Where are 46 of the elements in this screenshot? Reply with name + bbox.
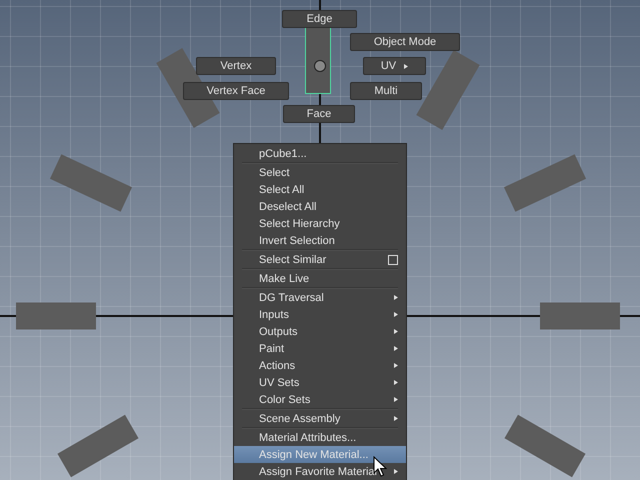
marking-menu-item[interactable]: UV xyxy=(363,57,426,75)
menu-item-label: Material Attributes... xyxy=(259,432,356,444)
marking-menu-center xyxy=(305,27,331,94)
menu-item[interactable]: Invert Selection xyxy=(234,232,406,249)
menu-item[interactable]: Deselect All xyxy=(234,198,406,215)
menu-item[interactable]: Select xyxy=(234,164,406,181)
menu-item-label: Invert Selection xyxy=(259,234,335,246)
menu-item-label: Assign New Material... xyxy=(259,448,368,460)
menu-item[interactable]: Material Attributes... xyxy=(234,429,406,446)
menu-item[interactable]: UV Sets xyxy=(234,374,406,391)
menu-item-label: Make Live xyxy=(259,272,310,284)
option-box-icon[interactable] xyxy=(388,254,398,264)
menu-item-label: Assign Favorite Material xyxy=(259,466,377,478)
menu-item-label: Actions xyxy=(259,360,296,372)
menu-item[interactable]: DG Traversal xyxy=(234,289,406,306)
menu-item[interactable]: Make Live xyxy=(234,270,406,287)
menu-item[interactable]: pCube1... xyxy=(234,145,406,162)
menu-item[interactable]: Select All xyxy=(234,181,406,198)
menu-item[interactable]: Assign Favorite Material xyxy=(234,463,406,480)
marking-menu-item[interactable]: Object Mode xyxy=(350,33,460,51)
menu-item-label: Select Similar xyxy=(259,254,326,266)
menu-item[interactable]: Select Similar xyxy=(234,251,406,268)
menu-item-label: Paint xyxy=(259,342,284,354)
marking-menu-item[interactable]: Face xyxy=(283,105,355,123)
menu-item[interactable]: Paint xyxy=(234,340,406,357)
menu-item[interactable]: Color Sets xyxy=(234,391,406,408)
menu-item-label: Select Hierarchy xyxy=(259,218,340,230)
menu-item[interactable]: Outputs xyxy=(234,323,406,340)
menu-item-label: UV Sets xyxy=(259,376,300,388)
menu-item-label: Scene Assembly xyxy=(259,412,340,424)
menu-item-label: Deselect All xyxy=(259,200,316,212)
menu-item-label: Inputs xyxy=(259,308,289,320)
marking-menu-item[interactable]: Vertex Face xyxy=(183,82,289,100)
menu-item[interactable]: Scene Assembly xyxy=(234,410,406,427)
menu-item[interactable]: Select Hierarchy xyxy=(234,215,406,232)
menu-item-label: DG Traversal xyxy=(259,292,324,304)
menu-item-label: Select xyxy=(259,166,290,178)
menu-item-label: pCube1... xyxy=(259,148,307,160)
marking-menu-item[interactable]: Vertex xyxy=(196,57,276,75)
menu-item-label: Color Sets xyxy=(259,394,310,406)
menu-item-label: Select All xyxy=(259,184,304,196)
marking-menu-item[interactable]: Multi xyxy=(350,82,422,100)
menu-item[interactable]: Inputs xyxy=(234,306,406,323)
menu-item-label: Outputs xyxy=(259,326,298,338)
marking-menu-item[interactable]: Edge xyxy=(282,10,357,28)
menu-item[interactable]: Actions xyxy=(234,357,406,374)
